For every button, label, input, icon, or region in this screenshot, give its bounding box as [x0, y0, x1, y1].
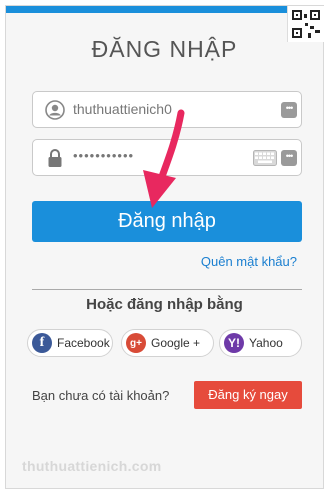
- facebook-login-button[interactable]: f Facebook: [27, 329, 113, 357]
- keyboard-icon[interactable]: [253, 150, 277, 166]
- login-card: ĐĂNG NHẬP thuthuattienich0 ••• •••••••••…: [5, 5, 324, 489]
- forgot-password-link[interactable]: Quên mật khẩu?: [201, 254, 297, 269]
- google-plus-label: Google +: [151, 336, 201, 350]
- facebook-icon: f: [32, 333, 52, 353]
- facebook-label: Facebook: [57, 336, 110, 350]
- yahoo-label: Yahoo: [249, 336, 283, 350]
- username-field[interactable]: thuthuattienich0 •••: [32, 91, 302, 128]
- google-plus-icon: g+: [126, 333, 146, 353]
- login-button[interactable]: Đăng nhập: [32, 201, 302, 242]
- yahoo-login-button[interactable]: Y! Yahoo: [219, 329, 302, 357]
- password-field[interactable]: ••••••••••• •••: [32, 139, 302, 176]
- username-value: thuthuattienich0: [73, 101, 172, 117]
- top-accent-bar: [6, 6, 323, 13]
- alt-login-heading: Hoặc đăng nhập bằng: [86, 296, 243, 313]
- page-title: ĐĂNG NHẬP: [91, 36, 238, 62]
- yahoo-icon: Y!: [224, 333, 244, 353]
- autofill-dots-icon[interactable]: •••: [281, 150, 297, 166]
- autofill-dots-icon[interactable]: •••: [281, 102, 297, 118]
- lock-icon: [44, 147, 66, 169]
- google-plus-login-button[interactable]: g+ Google +: [121, 329, 214, 357]
- watermark: thuthuattienich.com: [22, 458, 162, 474]
- password-value: •••••••••••: [73, 148, 135, 163]
- divider: [32, 289, 302, 290]
- user-icon: [44, 99, 66, 121]
- signup-button[interactable]: Đăng ký ngay: [194, 381, 302, 409]
- no-account-prompt: Bạn chưa có tài khoản?: [32, 388, 170, 403]
